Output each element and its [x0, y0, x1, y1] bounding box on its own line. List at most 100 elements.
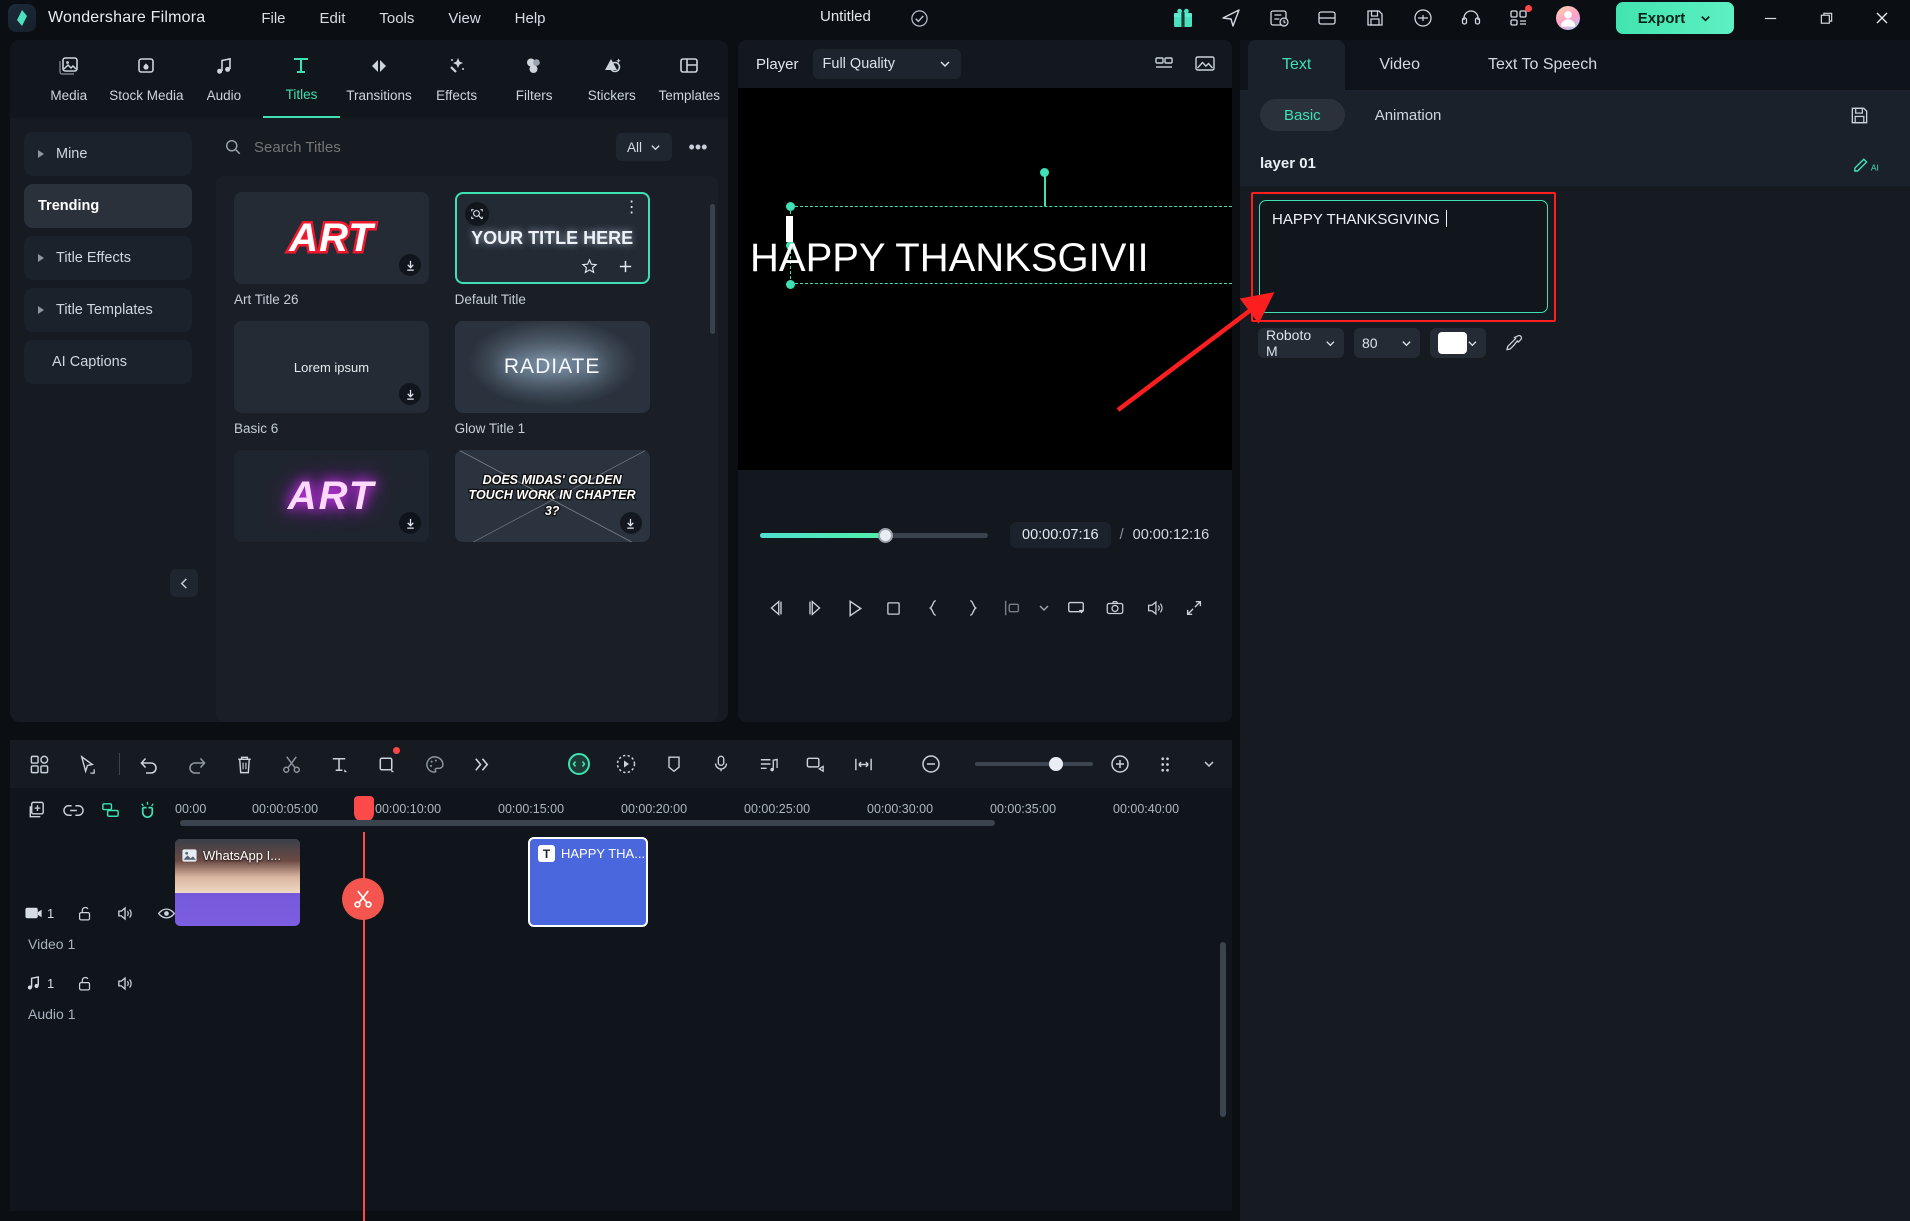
menu-view[interactable]: View [448, 10, 480, 27]
tab-text[interactable]: Text [1248, 40, 1346, 90]
prev-frame-button[interactable] [756, 588, 795, 628]
mode-titles[interactable]: Titles [262, 40, 341, 118]
grid-icon[interactable] [24, 747, 55, 781]
redo-icon[interactable] [181, 747, 212, 781]
rotation-handle[interactable] [1040, 168, 1049, 177]
playhead-handle[interactable] [354, 796, 374, 822]
minimize-button[interactable] [1742, 0, 1798, 36]
sidebar-item-title-templates[interactable]: Title Templates [24, 288, 192, 332]
title-thumbnail[interactable]: ART [234, 450, 429, 542]
marker-icon[interactable] [658, 747, 689, 781]
delete-icon[interactable] [229, 747, 260, 781]
font-size-select[interactable]: 80 [1354, 328, 1420, 358]
audio-list-icon[interactable] [753, 747, 784, 781]
ai-pen-icon[interactable]: AI [1852, 152, 1884, 174]
mic-icon[interactable] [705, 747, 736, 781]
card-menu-icon[interactable]: ⋮ [624, 200, 640, 216]
stop-button[interactable] [874, 588, 913, 628]
crop-tool-icon[interactable] [371, 747, 402, 781]
cloud-icon[interactable] [1412, 7, 1434, 29]
collapse-sidebar-button[interactable] [170, 569, 198, 597]
apps-grid-icon[interactable] [1508, 5, 1532, 29]
effects-dot-icon[interactable] [611, 747, 642, 781]
speaker-icon[interactable] [116, 974, 135, 993]
subtab-basic[interactable]: Basic [1260, 99, 1345, 131]
title-card[interactable]: RADIATE Glow Title 1 [454, 321, 650, 436]
split-scissors-icon[interactable] [276, 747, 307, 781]
tab-text-to-speech[interactable]: Text To Speech [1454, 40, 1631, 90]
menu-help[interactable]: Help [515, 10, 546, 27]
saved-check-icon[interactable] [910, 9, 929, 28]
mark-out-button[interactable] [953, 588, 992, 628]
speaker-icon[interactable] [116, 904, 135, 923]
timeline-panel[interactable]: 00:00 00:00:05:00 00:00:10:00 00:00:15:0… [10, 788, 1232, 1221]
next-frame-button[interactable] [795, 588, 834, 628]
save-icon[interactable] [1364, 7, 1386, 29]
undo-icon[interactable] [134, 747, 165, 781]
eyedropper-icon[interactable] [1502, 333, 1522, 353]
download-icon[interactable] [619, 512, 642, 534]
current-time[interactable]: 00:00:07:16 [1010, 522, 1111, 548]
timeline-zoom-knob[interactable] [1048, 757, 1063, 771]
volume-button[interactable] [1135, 588, 1174, 628]
layout-icon[interactable] [1316, 7, 1338, 29]
mode-effects[interactable]: Effects [418, 40, 496, 118]
mode-stock-media[interactable]: Stock Media [108, 40, 186, 118]
title-thumbnail-selected[interactable]: YOUR TITLE HERE ⋮ [454, 192, 650, 284]
zoom-out-icon[interactable] [915, 747, 946, 781]
sidebar-item-ai-captions[interactable]: AI Captions [24, 340, 192, 384]
color-swatch[interactable] [1438, 332, 1468, 354]
timeline-vertical-scrollbar[interactable] [1220, 942, 1226, 1117]
grid-view-icon[interactable] [1154, 54, 1176, 74]
image-view-icon[interactable] [1194, 54, 1216, 74]
sidebar-item-mine[interactable]: Mine [24, 132, 192, 176]
title-card[interactable]: DOES MIDAS' GOLDEN TOUCH WORK IN CHAPTER… [454, 450, 650, 542]
avatar[interactable] [1556, 6, 1580, 30]
duplicate-icon[interactable] [26, 800, 47, 821]
timeline-clip-text[interactable]: T HAPPY THA... [528, 837, 648, 927]
preview-zoom-icon[interactable] [464, 202, 489, 226]
resize-handle-bl[interactable] [786, 280, 795, 289]
timeline-clip-video[interactable]: WhatsApp I... [175, 839, 300, 926]
title-thumbnail[interactable]: RADIATE [454, 321, 650, 413]
text-content-textarea[interactable]: HAPPY THANKSGIVING [1259, 200, 1548, 313]
link-icon[interactable] [63, 800, 84, 821]
title-card[interactable]: YOUR TITLE HERE ⋮ Default Title [454, 192, 650, 307]
search-input[interactable] [254, 138, 604, 156]
more-options-button[interactable]: ••• [684, 133, 712, 161]
mark-in-button[interactable] [914, 588, 953, 628]
mode-stickers[interactable]: Stickers [573, 40, 651, 118]
ai-smart-icon[interactable] [563, 747, 594, 781]
mode-transitions[interactable]: Transitions [340, 40, 418, 118]
quality-select[interactable]: Full Quality [812, 49, 961, 79]
headset-icon[interactable] [1460, 7, 1482, 29]
split-view-button[interactable] [993, 588, 1032, 628]
settings-grid-icon[interactable] [1152, 747, 1183, 781]
mode-media[interactable]: Media [30, 40, 108, 118]
unlock-icon[interactable] [76, 905, 94, 923]
group-icon[interactable] [100, 800, 121, 821]
subtab-animation[interactable]: Animation [1351, 99, 1466, 131]
title-card[interactable]: ART [234, 450, 429, 542]
more-chevrons-icon[interactable] [466, 747, 497, 781]
timeline-zoom-slider[interactable] [974, 757, 1093, 771]
sidebar-item-title-effects[interactable]: Title Effects [24, 236, 192, 280]
export-button[interactable]: Export [1616, 2, 1734, 34]
video-canvas[interactable]: HAPPY THANKSGIVII [738, 88, 1232, 470]
mode-templates[interactable]: Templates [651, 40, 729, 118]
timeline-horizontal-scrollbar[interactable] [180, 820, 995, 826]
mode-audio[interactable]: Audio [185, 40, 263, 118]
sidebar-item-trending[interactable]: Trending [24, 184, 192, 228]
download-icon[interactable] [399, 383, 421, 405]
playback-slider[interactable] [760, 527, 988, 543]
tab-video[interactable]: Video [1345, 40, 1454, 90]
download-icon[interactable] [399, 512, 421, 534]
send-icon[interactable] [1220, 7, 1242, 29]
unlock-icon[interactable] [76, 975, 94, 993]
gift-icon[interactable] [1172, 7, 1194, 29]
title-card[interactable]: Lorem ipsum Basic 6 [234, 321, 429, 436]
fit-timeline-icon[interactable] [848, 747, 879, 781]
render-preview-button[interactable] [1056, 588, 1095, 628]
title-thumbnail[interactable]: Lorem ipsum [234, 321, 429, 413]
eye-icon[interactable] [157, 904, 176, 923]
